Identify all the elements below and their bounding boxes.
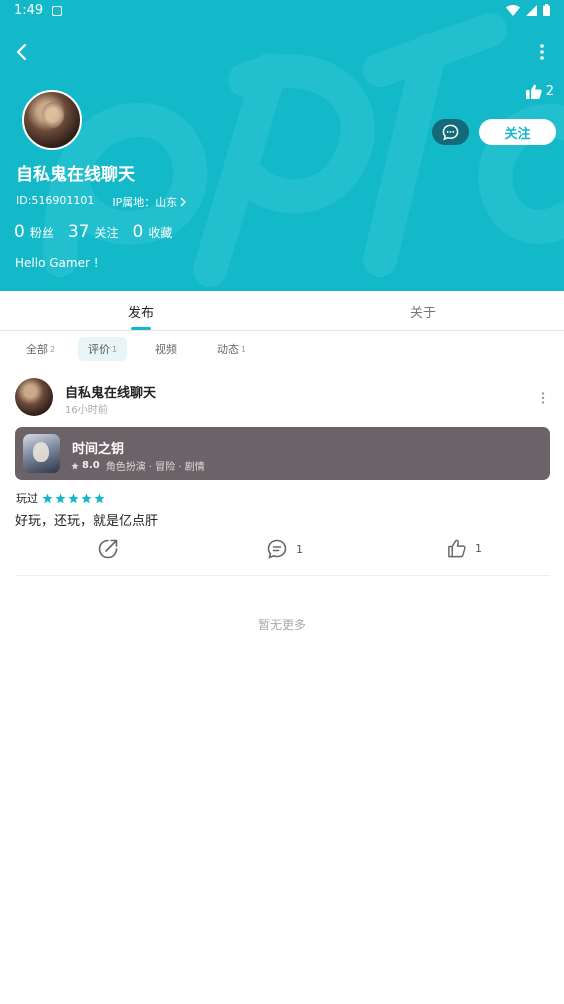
stat-following-count: 37 <box>67 222 90 242</box>
profile-username: 自私鬼在线聊天 <box>16 165 135 185</box>
stat-fans-label: 粉丝 <box>29 226 54 240</box>
game-meta: 8.0 角色扮演 · 冒险 · 剧情 <box>71 458 205 473</box>
filter-reviews-count: 1 <box>112 344 118 354</box>
thumb-up-icon <box>525 84 542 99</box>
profile-tabs: 发布 关于 <box>0 291 564 331</box>
stat-fans-count: 0 <box>14 222 25 242</box>
star-icon <box>55 493 66 503</box>
comment-count: 1 <box>296 542 303 556</box>
played-rating: 玩过 <box>16 490 105 506</box>
profile-like-count: 2 <box>545 84 554 99</box>
stat-favorites[interactable]: 0 收藏 <box>133 222 173 242</box>
status-indicators <box>506 4 550 16</box>
wifi-icon <box>506 4 520 16</box>
filter-all[interactable]: 全部 2 <box>16 337 65 361</box>
star-icon <box>94 493 105 503</box>
tab-active-indicator <box>131 327 151 330</box>
filter-videos-label: 视频 <box>155 343 177 356</box>
game-card[interactable]: 时间之钥 8.0 角色扮演 · 冒险 · 剧情 <box>15 427 550 480</box>
post-divider <box>15 575 550 576</box>
profile-bio: Hello Gamer ! <box>15 256 99 270</box>
post-timestamp: 16小时前 <box>65 405 108 416</box>
message-button[interactable] <box>432 119 469 145</box>
profile-like-button[interactable]: 2 <box>525 84 554 99</box>
post-more-icon[interactable] <box>540 391 546 405</box>
ip-location-label: IP属地：山东 <box>112 196 178 209</box>
filter-reviews[interactable]: 评价 1 <box>78 337 128 361</box>
post-author-avatar[interactable] <box>15 378 53 416</box>
content-filter-bar: 全部 2 评价 1 视频 动态 1 <box>0 336 564 362</box>
back-icon[interactable] <box>10 40 34 64</box>
game-title: 时间之钥 <box>72 442 125 457</box>
stat-favorites-count: 0 <box>132 222 144 242</box>
star-icon <box>42 493 53 503</box>
filter-reviews-label: 评价 <box>88 343 110 356</box>
post-like-button[interactable]: 1 <box>446 538 482 559</box>
follow-button[interactable]: 关注 <box>479 119 556 145</box>
notification-icon <box>52 6 62 16</box>
filter-all-count: 2 <box>50 344 56 354</box>
filter-videos[interactable]: 视频 <box>145 337 187 361</box>
comment-button[interactable]: 1 <box>266 538 303 560</box>
game-score-value: 8.0 <box>82 460 100 471</box>
status-bar: 1:49 <box>0 0 564 24</box>
share-button[interactable] <box>97 538 119 560</box>
post-like-count: 1 <box>475 542 482 555</box>
filter-all-label: 全部 <box>26 343 48 356</box>
profile-meta: ID:516901101 IP属地：山东 <box>16 194 187 210</box>
profile-avatar[interactable] <box>22 90 82 150</box>
stat-favorites-label: 收藏 <box>148 226 173 240</box>
comment-icon <box>267 539 287 559</box>
stat-following[interactable]: 37 关注 <box>68 222 119 242</box>
post-actions: 1 1 <box>0 538 564 564</box>
battery-icon <box>543 4 550 16</box>
more-vertical-icon[interactable] <box>536 42 548 62</box>
game-score: 8.0 <box>71 460 100 471</box>
filter-moments[interactable]: 动态 1 <box>207 337 256 361</box>
star-icon <box>68 493 79 503</box>
profile-id: ID:516901101 <box>16 194 95 207</box>
post-text: 好玩，还玩，就是亿点肝 <box>15 514 159 529</box>
post-author-name[interactable]: 自私鬼在线聊天 <box>65 382 156 401</box>
tab-about[interactable]: 关于 <box>282 291 564 331</box>
signal-icon <box>526 4 537 16</box>
game-cover-image <box>23 434 60 473</box>
status-time: 1:49 <box>14 3 44 18</box>
rating-stars <box>42 493 105 504</box>
game-tags: 角色扮演 · 冒险 · 剧情 <box>105 462 205 473</box>
share-icon <box>98 539 118 559</box>
played-label: 玩过 <box>16 492 38 505</box>
star-icon <box>81 493 92 503</box>
profile-header: 1:49 2 关注 自私鬼在线聊天 ID:516901101 IP属地：山东 0… <box>0 0 564 291</box>
ip-location-link[interactable]: IP属地：山东 <box>112 194 187 210</box>
stat-following-label: 关注 <box>94 226 119 240</box>
chevron-right-icon <box>180 197 187 207</box>
stat-fans[interactable]: 0 粉丝 <box>14 222 54 242</box>
filter-moments-label: 动态 <box>217 343 239 356</box>
message-bubble-icon <box>442 124 459 140</box>
filter-moments-count: 1 <box>241 344 247 354</box>
thumb-up-icon <box>448 539 466 558</box>
brand-watermark <box>43 13 564 287</box>
profile-stats: 0 粉丝 37 关注 0 收藏 <box>14 222 172 242</box>
star-icon <box>71 461 79 469</box>
tab-publish[interactable]: 发布 <box>0 291 282 331</box>
no-more-text: 暂无更多 <box>257 618 306 632</box>
